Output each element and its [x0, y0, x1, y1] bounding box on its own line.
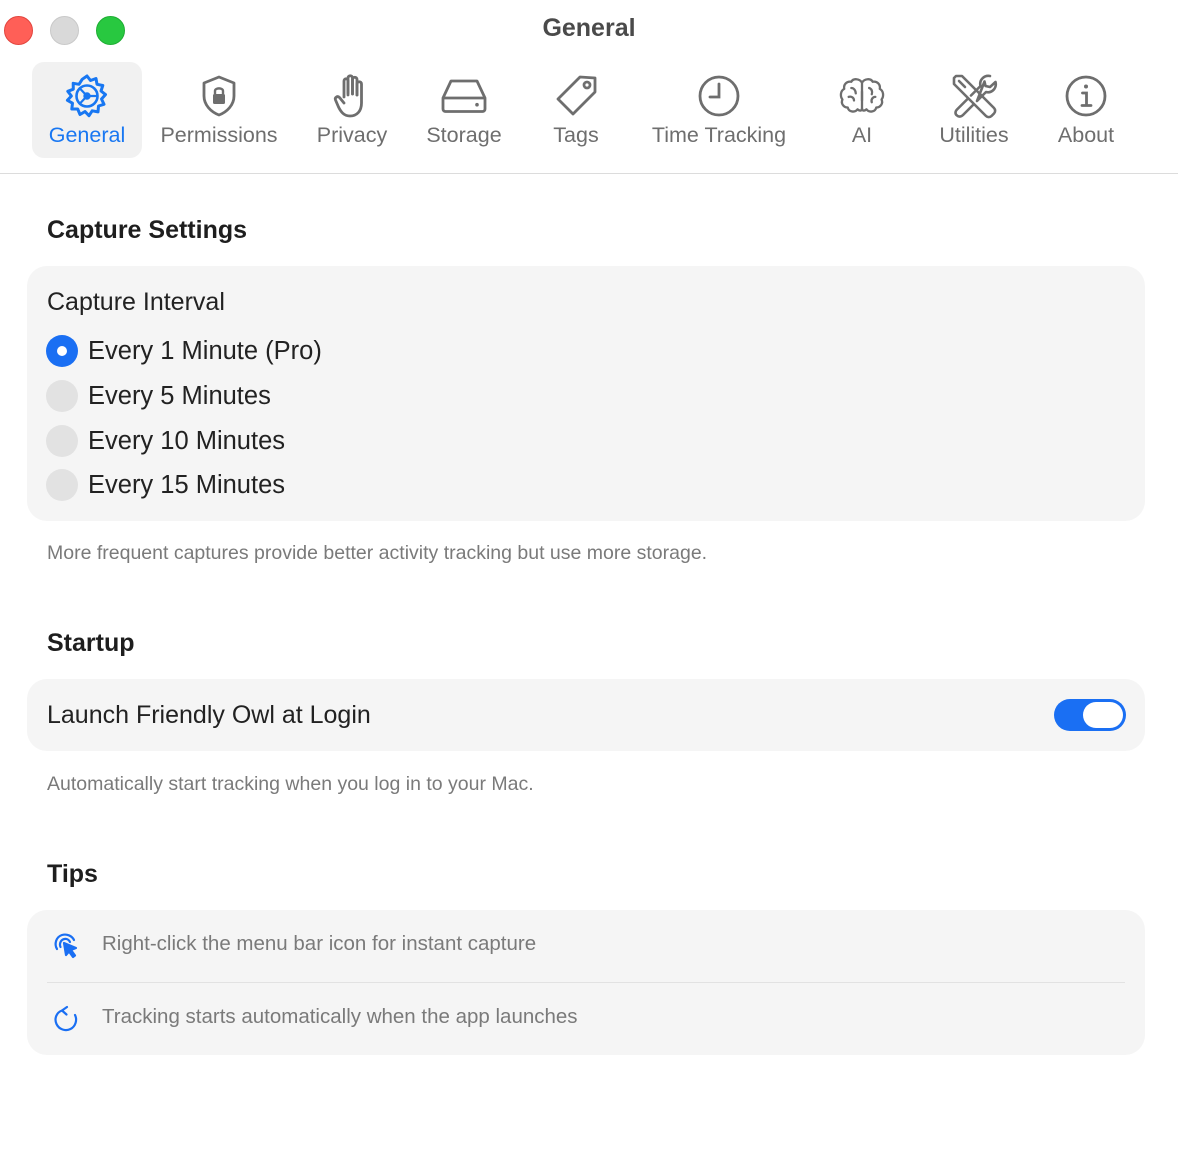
launch-at-login-toggle[interactable] — [1054, 699, 1126, 731]
tab-label: Permissions — [160, 123, 278, 147]
radio-option-15-minutes[interactable]: Every 15 Minutes — [46, 468, 285, 502]
tip-item: Right-click the menu bar icon for instan… — [27, 910, 1145, 983]
toolbar: General General Permissions Privacy Stor… — [0, 0, 1178, 174]
tab-time-tracking[interactable]: Time Tracking — [642, 62, 796, 158]
radio-option-10-minutes[interactable]: Every 10 Minutes — [46, 424, 285, 458]
capture-interval-label: Capture Interval — [47, 288, 225, 316]
settings-window: General General Permissions Privacy Stor… — [0, 0, 1178, 1176]
tips-heading: Tips — [47, 860, 98, 888]
window-title: General — [542, 14, 636, 42]
radio-option-5-minutes[interactable]: Every 5 Minutes — [46, 379, 271, 413]
radio-option-label: Every 10 Minutes — [88, 426, 286, 455]
brain-icon — [838, 72, 886, 120]
tab-label: Time Tracking — [651, 123, 787, 147]
gear-icon — [63, 72, 111, 120]
tab-privacy[interactable]: Privacy — [306, 62, 398, 158]
info-icon — [1062, 72, 1110, 120]
radio-option-label: Every 15 Minutes — [88, 470, 286, 499]
radio-option-1-minute[interactable]: Every 1 Minute (Pro) — [46, 334, 322, 368]
tip-item: Tracking starts automatically when the a… — [27, 983, 1145, 1055]
capture-settings-heading: Capture Settings — [47, 216, 248, 244]
radio-button[interactable] — [46, 469, 78, 501]
radio-option-label: Every 1 Minute (Pro) — [88, 336, 322, 365]
tab-tags[interactable]: Tags — [530, 62, 622, 158]
tips-card: Right-click the menu bar icon for instan… — [27, 910, 1145, 1055]
tab-storage[interactable]: Storage — [418, 62, 510, 158]
lock-shield-icon — [195, 72, 243, 120]
radio-option-label: Every 5 Minutes — [88, 381, 271, 410]
radio-button[interactable] — [46, 380, 78, 412]
hand-icon — [328, 72, 376, 120]
tab-label: About — [1057, 123, 1115, 147]
tab-label: Tags — [553, 123, 599, 147]
launch-at-login-card: Launch Friendly Owl at Login — [27, 679, 1145, 751]
radio-button[interactable] — [46, 425, 78, 457]
startup-heading: Startup — [47, 629, 135, 657]
tip-text: Tracking starts automatically when the a… — [102, 1005, 578, 1028]
tab-label: AI — [851, 123, 873, 147]
toggle-knob — [1083, 702, 1123, 728]
startup-hint: Automatically start tracking when you lo… — [47, 773, 534, 795]
tab-utilities[interactable]: Utilities — [926, 62, 1022, 158]
tools-icon — [950, 72, 998, 120]
drive-icon — [440, 72, 488, 120]
launch-at-login-label: Launch Friendly Owl at Login — [47, 701, 371, 729]
tab-about[interactable]: About — [1042, 62, 1130, 158]
cursor-click-icon — [54, 933, 78, 959]
tab-label: General — [48, 123, 126, 147]
tab-label: Utilities — [939, 123, 1009, 147]
tab-ai[interactable]: AI — [816, 62, 908, 158]
tab-general[interactable]: General — [32, 62, 142, 158]
radio-button-selected[interactable] — [46, 335, 78, 367]
tab-label: Storage — [426, 123, 502, 147]
tip-text: Right-click the menu bar icon for instan… — [102, 932, 537, 955]
clock-icon — [695, 72, 743, 120]
refresh-icon — [54, 1005, 78, 1032]
tab-label: Privacy — [316, 123, 388, 147]
tag-icon — [552, 72, 600, 120]
capture-interval-card: Capture Interval Every 1 Minute (Pro) Ev… — [27, 266, 1145, 521]
capture-hint: More frequent captures provide better ac… — [47, 542, 708, 564]
tab-permissions[interactable]: Permissions — [152, 62, 286, 158]
